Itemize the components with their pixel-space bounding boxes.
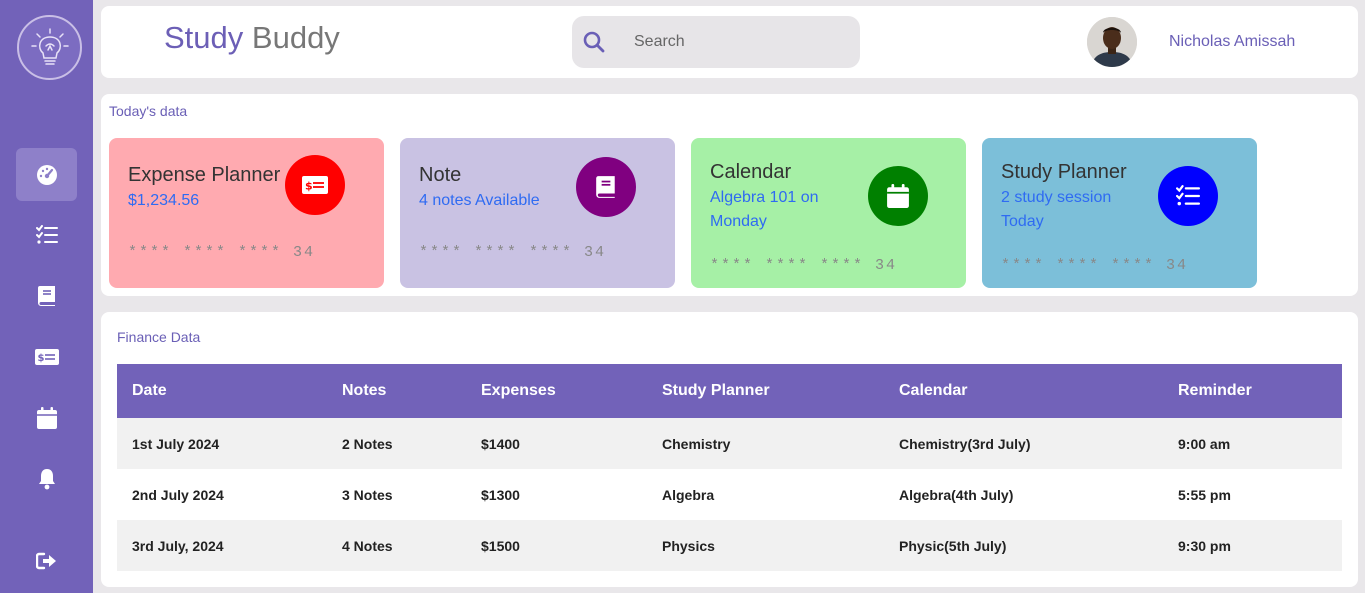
header: Study Buddy Nicholas Amissah [101,6,1358,78]
cell-date: 2nd July 2024 [117,469,327,520]
search-bar[interactable] [572,16,860,68]
column-header-reminder: Reminder [1163,364,1342,418]
logout-icon [35,552,56,569]
card-title: Study Planner [1001,161,1127,183]
search-icon[interactable] [583,31,605,53]
app-title-buddy: Buddy [251,20,340,55]
cell-study-planner: Physics [647,520,884,571]
cell-calendar: Physic(5th July) [884,520,1163,571]
card-subtitle: Algebra 101 on Monday [710,189,819,230]
column-header-notes: Notes [327,364,466,418]
card-title: Calendar [710,161,792,183]
cell-calendar: Algebra(4th July) [884,469,1163,520]
book-icon [37,285,55,306]
table-header-row: Date Notes Expenses Study Planner Calend… [117,364,1342,418]
lightbulb-logo-icon[interactable] [17,15,82,80]
gauge-icon [36,164,57,185]
sidebar-item-reminders[interactable] [16,452,77,505]
column-header-calendar: Calendar [884,364,1163,418]
svg-text:$: $ [37,353,44,364]
card-subtitle: 2 study session Today [1001,189,1112,230]
book-icon [576,157,636,217]
search-input[interactable] [634,33,814,51]
avatar[interactable] [1087,17,1137,67]
calendar-icon [36,406,57,429]
cell-calendar: Chemistry(3rd July) [884,418,1163,469]
sidebar-item-dashboard[interactable] [16,148,77,201]
card-title: Note [419,164,462,186]
column-header-expenses: Expenses [466,364,647,418]
cell-expenses: $1400 [466,418,647,469]
column-header-date: Date [117,364,327,418]
column-header-study-planner: Study Planner [647,364,884,418]
card-masked-number: **** **** **** 34 [419,244,607,261]
cell-date: 1st July 2024 [117,418,327,469]
user-photo-icon [1087,17,1137,67]
note-card[interactable]: Note 4 notes Available **** **** **** 34 [400,138,675,288]
sidebar: $ [0,0,93,593]
calendar-icon [868,166,928,226]
svg-text:$: $ [305,180,313,193]
cell-reminder: 5:55 pm [1163,469,1342,520]
sidebar-item-tasks[interactable] [16,208,77,261]
sidebar-item-notes[interactable] [16,269,77,322]
card-masked-number: **** **** **** 34 [710,257,898,274]
cell-study-planner: Algebra [647,469,884,520]
study-planner-card[interactable]: Study Planner 2 study session Today ****… [982,138,1257,288]
todays-data-panel: Today's data Expense Planner $1,234.56 *… [101,94,1358,296]
sidebar-item-expenses[interactable]: $ [16,330,77,383]
card-subtitle: $1,234.56 [128,192,200,209]
todays-data-label: Today's data [109,103,188,119]
sidebar-item-calendar[interactable] [16,391,77,444]
table-row[interactable]: 2nd July 2024 3 Notes $1300 Algebra Alge… [117,469,1342,520]
checklist-icon [1158,166,1218,226]
finance-table: Date Notes Expenses Study Planner Calend… [117,364,1342,571]
cell-study-planner: Chemistry [647,418,884,469]
expense-planner-card[interactable]: Expense Planner $1,234.56 **** **** ****… [109,138,384,288]
card-masked-number: **** **** **** 34 [128,244,316,261]
checklist-icon [35,224,58,244]
cell-expenses: $1500 [466,520,647,571]
cell-date: 3rd July, 2024 [117,520,327,571]
finance-data-panel: Finance Data Date Notes Expenses Study P… [101,312,1358,587]
calendar-card[interactable]: Calendar Algebra 101 on Monday **** ****… [691,138,966,288]
card-title: Expense Planner [128,164,281,186]
sidebar-item-logout[interactable] [16,534,77,587]
bell-icon [38,468,55,489]
card-subtitle: 4 notes Available [419,192,540,209]
cell-notes: 4 Notes [327,520,466,571]
money-bill-icon: $ [34,348,59,365]
app-title: Study Buddy [164,20,340,56]
cell-notes: 3 Notes [327,469,466,520]
money-bill-icon: $ [285,155,345,215]
finance-data-label: Finance Data [117,329,201,345]
cell-notes: 2 Notes [327,418,466,469]
card-masked-number: **** **** **** 34 [1001,257,1189,274]
cell-reminder: 9:30 pm [1163,520,1342,571]
table-row[interactable]: 3rd July, 2024 4 Notes $1500 Physics Phy… [117,520,1342,571]
cell-expenses: $1300 [466,469,647,520]
app-title-study: Study [164,20,244,55]
table-row[interactable]: 1st July 2024 2 Notes $1400 Chemistry Ch… [117,418,1342,469]
cell-reminder: 9:00 am [1163,418,1342,469]
user-name[interactable]: Nicholas Amissah [1169,33,1295,51]
